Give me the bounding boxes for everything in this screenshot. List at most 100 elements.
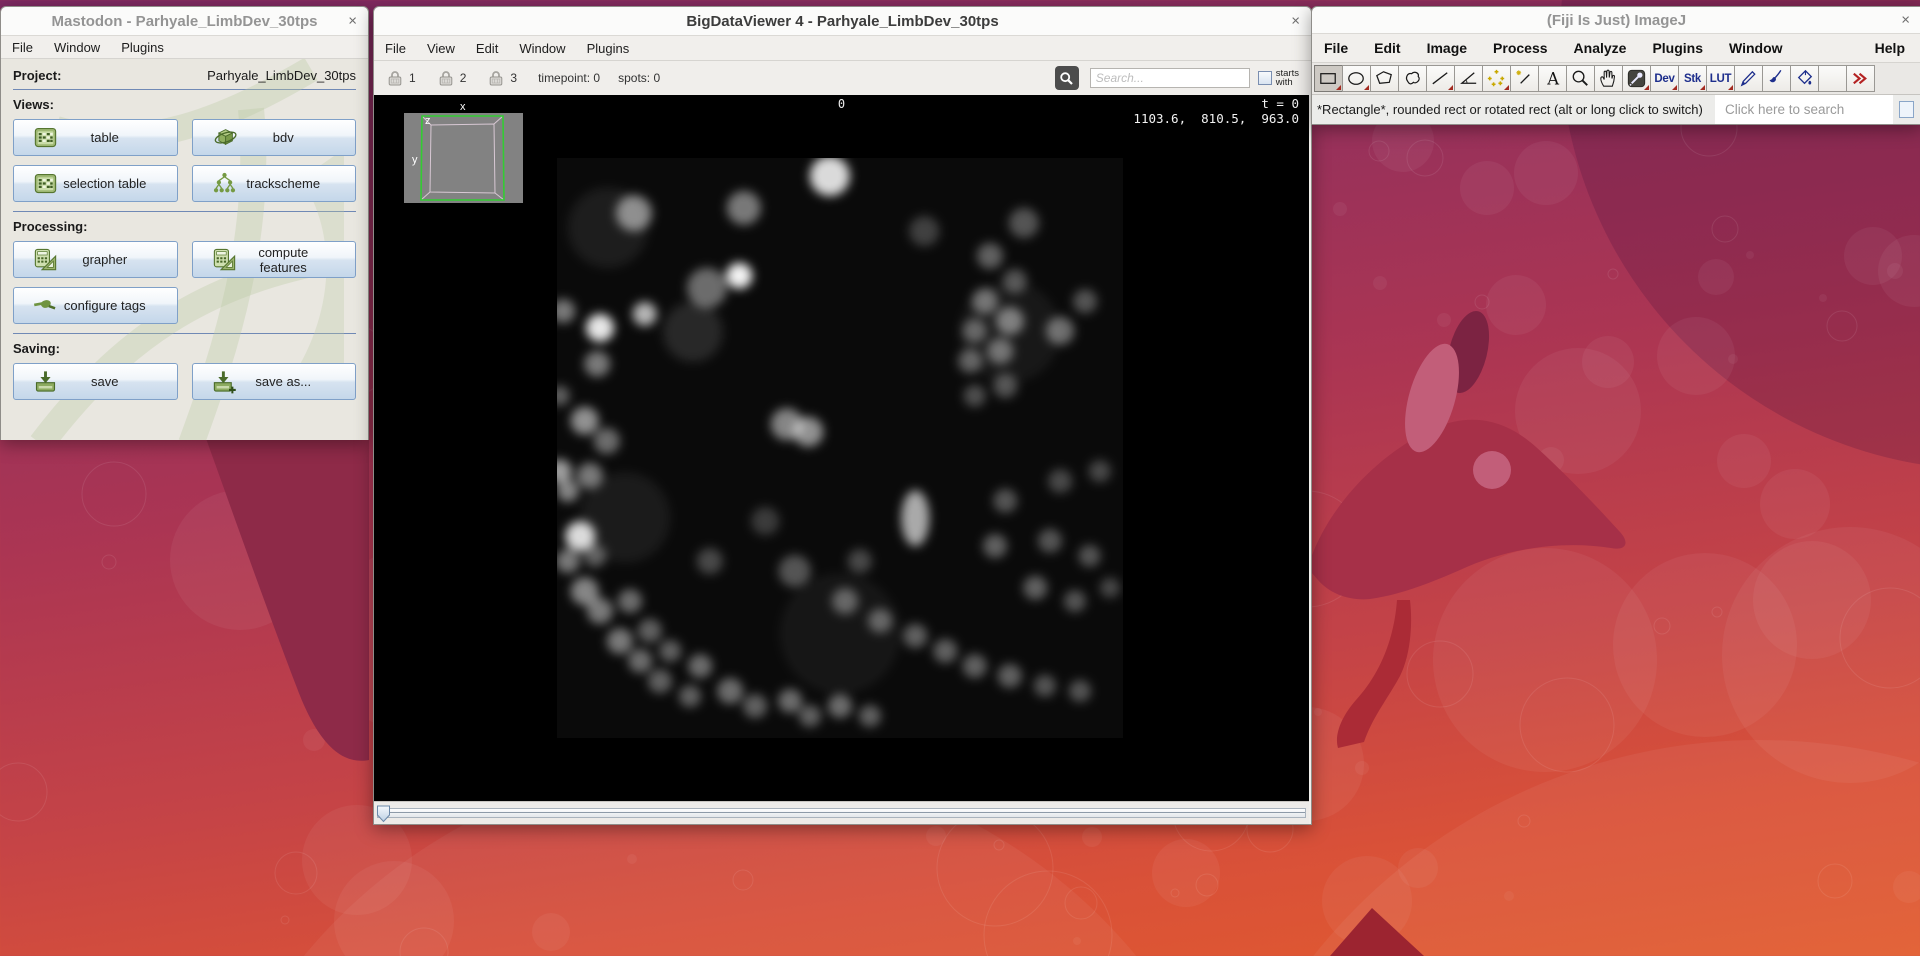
save-as-button[interactable]: save as...	[192, 363, 357, 400]
bigdataviewer-window: BigDataViewer 4 - Parhyale_LimbDev_30tps…	[373, 6, 1312, 825]
menu-item-plugins[interactable]: Plugins	[587, 41, 630, 56]
pencil-tool[interactable]	[1734, 65, 1763, 92]
starts-with-option: starts with	[1258, 69, 1299, 87]
text-tool[interactable]: A	[1538, 65, 1567, 92]
close-icon[interactable]: ×	[1901, 13, 1910, 28]
timepoint-status: timepoint: 0	[538, 71, 600, 85]
save-as-icon	[211, 368, 238, 395]
button-label: compute features	[238, 245, 330, 275]
fiji-window-title: (Fiji Is Just) ImageJ	[1547, 12, 1686, 29]
close-icon[interactable]: ×	[1291, 14, 1300, 29]
fiji-search-placeholder: Click here to search	[1725, 102, 1844, 117]
dev-tool[interactable]: Dev	[1650, 65, 1679, 92]
menu-item-file[interactable]: File	[1324, 40, 1348, 56]
wand-tool[interactable]	[1510, 65, 1539, 92]
line-tool[interactable]	[1426, 65, 1455, 92]
button-label: save as...	[238, 374, 330, 389]
menu-item-image[interactable]: Image	[1427, 40, 1467, 56]
hand-icon	[1596, 66, 1621, 91]
bdv-toolbar: 123 timepoint: 0 spots: 0 starts with	[374, 61, 1311, 95]
more-tools[interactable]	[1846, 65, 1875, 92]
rectangle-tool[interactable]	[1314, 65, 1343, 92]
freehand-tool[interactable]	[1398, 65, 1427, 92]
spare-tool[interactable]	[1818, 65, 1847, 92]
menu-item-edit[interactable]: Edit	[1374, 40, 1400, 56]
compute-features-button[interactable]: compute features	[192, 241, 357, 278]
freehand-icon	[1400, 66, 1425, 91]
brush-tool[interactable]	[1762, 65, 1791, 92]
table-button[interactable]: table	[13, 119, 178, 156]
fiji-statusbar: *Rectangle*, rounded rect or rotated rec…	[1312, 94, 1920, 124]
lut-tool[interactable]: LUT	[1706, 65, 1735, 92]
text-icon: A	[1540, 66, 1565, 91]
search-button[interactable]	[1055, 66, 1079, 90]
divider	[13, 333, 356, 334]
xyz-overlay: 1103.6, 810.5, 963.0	[1133, 111, 1299, 126]
divider	[13, 211, 356, 212]
processing-buttons: grapher compute features configure tags	[13, 241, 356, 324]
save-button[interactable]: save	[13, 363, 178, 400]
angle-tool[interactable]	[1454, 65, 1483, 92]
time-slider-track[interactable]	[377, 808, 1306, 818]
configure-tags-button[interactable]: configure tags	[13, 287, 178, 324]
menu-item-analyze[interactable]: Analyze	[1574, 40, 1627, 56]
lock-groups: 1 2 3	[386, 69, 538, 87]
grapher-icon	[32, 246, 59, 273]
button-label: grapher	[59, 252, 151, 267]
menu-item-window[interactable]: Window	[1729, 40, 1783, 56]
menu-item-window[interactable]: Window	[519, 41, 565, 56]
lock-number: 1	[409, 71, 416, 85]
time-slider[interactable]	[374, 801, 1309, 824]
starts-with-checkbox[interactable]	[1258, 71, 1272, 85]
zoom-tool[interactable]	[1566, 65, 1595, 92]
menu-item-process[interactable]: Process	[1493, 40, 1547, 56]
hand-tool[interactable]	[1594, 65, 1623, 92]
project-name: Parhyale_LimbDev_30tps	[207, 68, 356, 83]
menu-item-plugins[interactable]: Plugins	[121, 40, 164, 55]
grapher-button[interactable]: grapher	[13, 241, 178, 278]
saving-section-label: Saving:	[13, 341, 356, 356]
menu-item-file[interactable]: File	[385, 41, 406, 56]
search-input[interactable]	[1090, 68, 1250, 88]
menu-item-edit[interactable]: Edit	[476, 41, 498, 56]
bdv-titlebar[interactable]: BigDataViewer 4 - Parhyale_LimbDev_30tps…	[374, 7, 1311, 36]
menu-item-help[interactable]: Help	[1875, 40, 1905, 56]
dropper-tool[interactable]	[1622, 65, 1651, 92]
polygon-tool[interactable]	[1370, 65, 1399, 92]
mastodon-content: Project: Parhyale_LimbDev_30tps Views: t…	[1, 59, 368, 440]
fiji-search-field[interactable]: Click here to search	[1715, 95, 1893, 124]
fiji-search-box[interactable]	[1899, 101, 1914, 118]
alternate-tool-marker	[1728, 85, 1733, 90]
bdv-canvas[interactable]: 0 t = 01103.6, 810.5, 963.0 x z y	[374, 95, 1309, 802]
menu-item-window[interactable]: Window	[54, 40, 100, 55]
desktop: { "wallpaper": {"top_color":"#7f2a63","m…	[0, 0, 1920, 956]
bdv-window-title: BigDataViewer 4 - Parhyale_LimbDev_30tps	[686, 13, 998, 30]
menu-item-file[interactable]: File	[12, 40, 33, 55]
oval-tool[interactable]	[1342, 65, 1371, 92]
tool-status-text: *Rectangle*, rounded rect or rotated rec…	[1312, 102, 1703, 117]
fiji-titlebar[interactable]: (Fiji Is Just) ImageJ ×	[1312, 7, 1920, 34]
mastodon-titlebar[interactable]: Mastodon - Parhyale_LimbDev_30tps ×	[1, 7, 368, 36]
point-tool[interactable]	[1482, 65, 1511, 92]
fill-icon	[1792, 66, 1817, 91]
menu-item-plugins[interactable]: Plugins	[1652, 40, 1703, 56]
button-label: table	[59, 130, 151, 145]
button-label: bdv	[238, 130, 330, 145]
bdv-button[interactable]: bdv	[192, 119, 357, 156]
trackscheme-button[interactable]: trackscheme	[192, 165, 357, 202]
stk-tool[interactable]: Stk	[1678, 65, 1707, 92]
fiji-menubar: File Edit Image Process Analyze Plugins Window…	[1312, 34, 1920, 63]
fill-tool[interactable]	[1790, 65, 1819, 92]
lock-toggle-3[interactable]: 3	[487, 69, 517, 87]
lock-number: 3	[510, 71, 517, 85]
lock-toggle-1[interactable]: 1	[386, 69, 416, 87]
mastodon-window-title: Mastodon - Parhyale_LimbDev_30tps	[52, 13, 318, 30]
mastodon-window: Mastodon - Parhyale_LimbDev_30tps × File…	[0, 6, 369, 440]
close-icon[interactable]: ×	[348, 14, 357, 29]
search-icon	[1059, 71, 1074, 86]
saving-buttons: save save as...	[13, 363, 356, 400]
lock-toggle-2[interactable]: 2	[437, 69, 467, 87]
selection-table-button[interactable]: selection table	[13, 165, 178, 202]
time-slider-handle[interactable]	[376, 805, 392, 823]
menu-item-view[interactable]: View	[427, 41, 455, 56]
